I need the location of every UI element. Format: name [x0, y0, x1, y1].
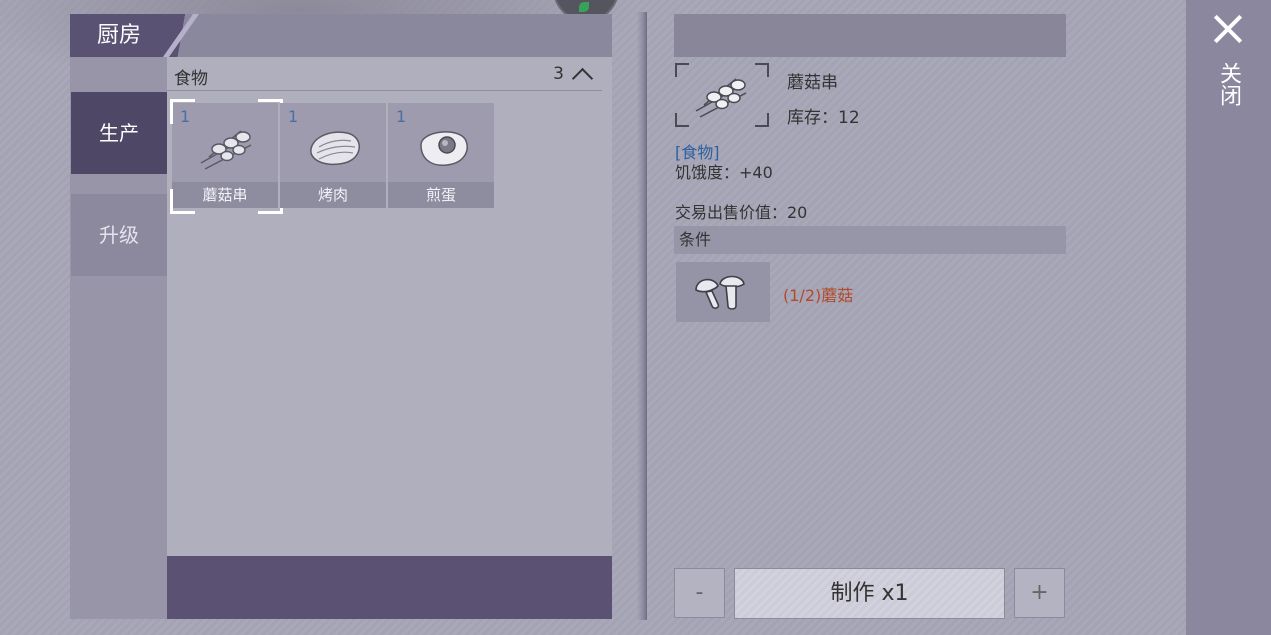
- title-stripe: [162, 14, 200, 57]
- frame-corner: [755, 113, 769, 127]
- increase-button[interactable]: +: [1014, 568, 1065, 618]
- close-icon[interactable]: [1213, 14, 1243, 44]
- roast-meat-icon: [310, 131, 360, 166]
- item-count: 1: [396, 107, 407, 126]
- detail-sell-value: 交易出售价值：20: [675, 203, 808, 222]
- selection-corner: [170, 99, 195, 124]
- item-count: 1: [288, 107, 299, 126]
- mushroom-icon: [695, 275, 745, 310]
- leaf-icon: [579, 2, 589, 12]
- panel-footer: [167, 556, 612, 619]
- conditions-header: 条件: [674, 226, 1066, 254]
- category-label: 食物: [174, 69, 208, 89]
- detail-item-icon: [675, 63, 769, 127]
- chevron-up-icon[interactable]: [571, 67, 594, 90]
- frame-corner: [755, 63, 769, 77]
- detail-stock: 库存：12: [787, 108, 860, 128]
- condition-text: (1/2)蘑菇: [783, 286, 854, 305]
- detail-header-bar: [674, 14, 1066, 57]
- detail-hunger: 饥饿度：+40: [675, 163, 773, 182]
- category-header[interactable]: 食物 3: [167, 62, 602, 91]
- selection-corner: [170, 189, 195, 214]
- item-name: 烤肉: [280, 182, 386, 208]
- item-slot-fried-egg[interactable]: 1 煎蛋: [388, 103, 494, 208]
- panel-title: 厨房: [70, 14, 210, 57]
- detail-item-name: 蘑菇串: [787, 73, 838, 93]
- tab-produce[interactable]: 生产: [71, 92, 167, 174]
- decrease-button[interactable]: -: [674, 568, 725, 618]
- frame-corner: [675, 63, 689, 77]
- tab-upgrade[interactable]: 升级: [71, 194, 167, 276]
- frame-corner: [675, 113, 689, 127]
- item-slot-roast-meat[interactable]: 1 烤肉: [280, 103, 386, 208]
- close-label[interactable]: 关闭: [1212, 62, 1244, 106]
- make-button[interactable]: 制作 x1: [734, 568, 1005, 619]
- mushroom-skewer-icon: [695, 78, 747, 118]
- item-name: 煎蛋: [388, 182, 494, 208]
- condition-ingredient-slot[interactable]: [676, 262, 770, 322]
- mushroom-skewer-icon: [200, 130, 252, 170]
- fried-egg-icon: [420, 131, 468, 166]
- panel-divider: [637, 12, 647, 620]
- category-count: 3: [553, 64, 564, 84]
- panel-title-text: 厨房: [97, 23, 142, 48]
